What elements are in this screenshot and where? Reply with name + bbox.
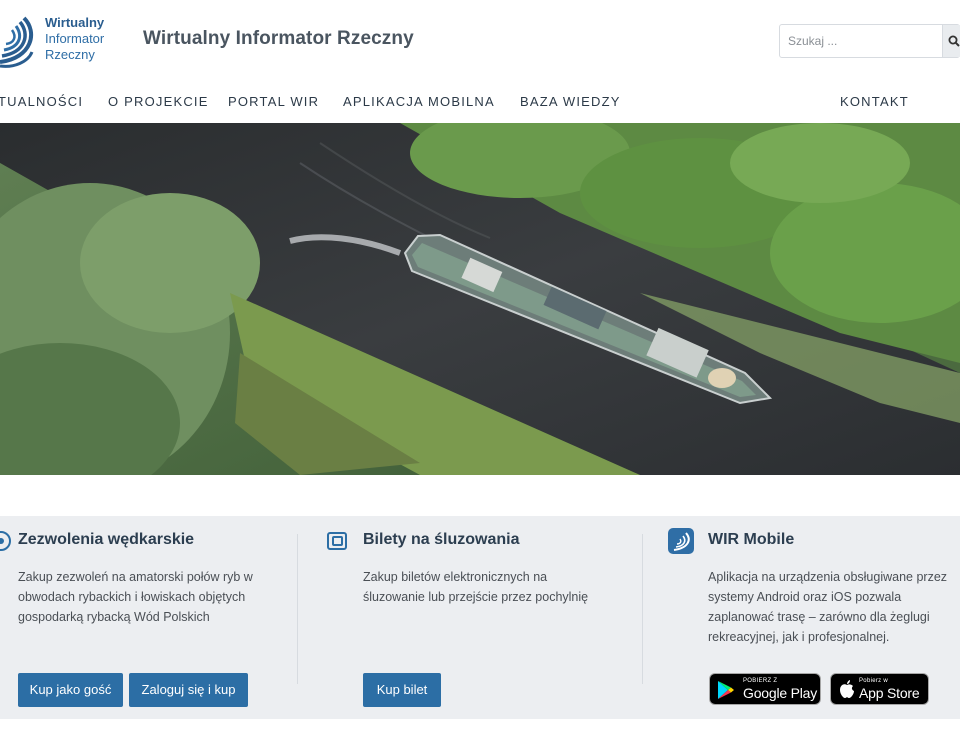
search-button[interactable] (942, 25, 960, 57)
app-store-badge[interactable]: Pobierz w App Store (830, 673, 929, 705)
logo-line-2: Informator (45, 31, 105, 46)
google-play-badge[interactable]: POBIERZ Z Google Play (709, 673, 821, 705)
desc-line: zaplanować trasę – zarówno dla żeglugi (708, 610, 930, 624)
fishing-permits-description: Zakup zezwoleń na amatorski połów ryb w … (18, 567, 288, 627)
apple-icon (840, 680, 854, 698)
fishing-permits-title: Zezwolenia wędkarskie (18, 531, 195, 548)
site-title[interactable]: Wirtualny Informator Rzeczny (143, 28, 414, 50)
nav-item-about[interactable]: O PROJEKCIE (108, 94, 209, 109)
app-store-label: App Store (859, 685, 920, 701)
nav-item-portal[interactable]: PORTAL WIR (228, 94, 319, 109)
search-icon (948, 35, 960, 47)
wir-mobile-card: WIR Mobile Aplikacja na urządzenia obsłu… (668, 516, 960, 719)
desc-line: śluzowanie lub przejście przez pochylnię (363, 590, 589, 604)
fishing-permits-card: Zezwolenia wędkarskie Zakup zezwoleń na … (0, 516, 296, 719)
site-logo[interactable]: Wirtualny Informator Rzeczny (0, 8, 120, 68)
nav-item-contact[interactable]: KONTAKT (840, 94, 909, 109)
buy-as-guest-button[interactable]: Kup jako gość (18, 673, 123, 707)
card-divider (642, 534, 643, 684)
logo-line-1: Wirtualny (45, 15, 105, 30)
login-and-buy-button[interactable]: Zaloguj się i kup (129, 673, 248, 707)
buy-ticket-button[interactable]: Kup bilet (363, 673, 441, 707)
main-nav: TUALNOŚCI O PROJEKCIE PORTAL WIR APLIKAC… (0, 86, 960, 120)
logo-waves-icon (0, 16, 34, 68)
app-store-small-label: Pobierz w (859, 678, 889, 684)
desc-line: Zakup biletów elektronicznych na (363, 570, 548, 584)
logo-line-3: Rzeczny (45, 47, 95, 62)
wir-app-icon (668, 528, 694, 554)
wir-mobile-description: Aplikacja na urządzenia obsługiwane prze… (708, 567, 960, 647)
search-input[interactable] (780, 25, 940, 57)
lock-tickets-card: Bilety na śluzowania Zakup biletów elekt… (326, 516, 636, 719)
google-play-icon (718, 681, 734, 699)
river-boat-photo (0, 123, 960, 475)
fishing-permit-icon (0, 531, 11, 551)
desc-line: gospodarką rybacką Wód Polskich (18, 610, 210, 624)
card-divider (297, 534, 298, 684)
desc-line: rekreacyjnej, jak i profesjonalnej. (708, 630, 890, 644)
site-header: Wirtualny Informator Rzeczny Wirtualny I… (0, 0, 960, 84)
nav-item-knowledge-base[interactable]: BAZA WIEDZY (520, 94, 621, 109)
ticket-icon (327, 532, 347, 550)
nav-item-news[interactable]: TUALNOŚCI (0, 94, 83, 109)
desc-line: Zakup zezwoleń na amatorski połów ryb w (18, 570, 253, 584)
google-play-small-label: POBIERZ Z (743, 678, 778, 684)
google-play-label: Google Play (743, 685, 818, 701)
services-section: Zezwolenia wędkarskie Zakup zezwoleń na … (0, 516, 960, 719)
nav-item-mobile-app[interactable]: APLIKACJA MOBILNA (343, 94, 495, 109)
lock-tickets-description: Zakup biletów elektronicznych na śluzowa… (363, 567, 633, 607)
lock-tickets-title: Bilety na śluzowania (363, 531, 520, 548)
wir-mobile-title: WIR Mobile (708, 531, 795, 548)
desc-line: Aplikacja na urządzenia obsługiwane prze… (708, 570, 948, 584)
desc-line: obwodach rybackich i łowiskach objętych (18, 590, 246, 604)
desc-line: systemy Android oraz iOS pozwala (708, 590, 902, 604)
hero-image (0, 123, 960, 475)
search-box (779, 24, 960, 58)
